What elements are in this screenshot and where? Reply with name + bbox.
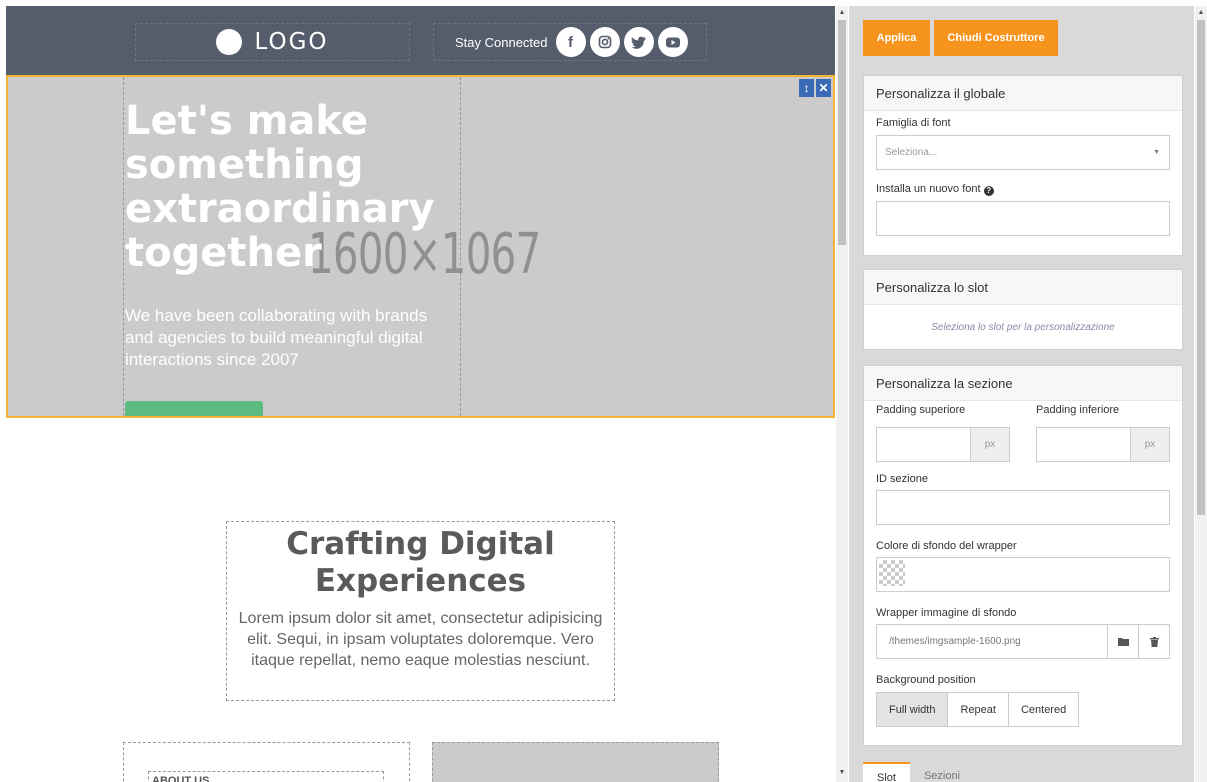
padding-bottom-input[interactable]: px — [1036, 427, 1170, 462]
hero-subtitle[interactable]: We have been collaborating with brands a… — [125, 305, 460, 371]
close-builder-button[interactable]: Chiudi Costruttore — [934, 20, 1058, 56]
font-family-placeholder: Seleziona... — [885, 147, 938, 158]
move-section-icon[interactable]: ↕ — [799, 79, 814, 97]
slot-settings-card: Personalizza lo slot Seleziona lo slot p… — [863, 269, 1183, 350]
section-id-input[interactable] — [876, 490, 1170, 525]
padding-bottom-label: Padding inferiore — [1036, 404, 1120, 416]
bg-position-label: Background position — [876, 674, 976, 686]
wrapper-bg-image-input[interactable]: /themes/imgsample-1600.png — [876, 624, 1170, 659]
about-label[interactable]: ABOUT US — [148, 771, 384, 782]
hero-title[interactable]: Let's make something extraordinary toget… — [125, 99, 455, 275]
font-family-label: Famiglia di font — [876, 117, 951, 129]
section-settings-card: Personalizza la sezione Padding superior… — [863, 365, 1183, 746]
social-label: Stay Connected — [455, 34, 548, 50]
wrapper-bg-image-label: Wrapper immagine di sfondo — [876, 607, 1017, 619]
padding-row: Padding superiore Padding inferiore px p… — [864, 401, 1182, 501]
panel-scroll-up-icon[interactable]: ▲ — [1195, 6, 1207, 18]
logo-text: LOGO — [254, 29, 329, 55]
section-id-label: ID sezione — [876, 473, 928, 485]
builder-panel: Applica Chiudi Costruttore Personalizza … — [849, 6, 1194, 782]
logo-slot[interactable]: LOGO — [135, 23, 410, 61]
apply-button[interactable]: Applica — [863, 20, 930, 56]
font-family-select[interactable]: Seleziona... ▼ — [876, 135, 1170, 170]
section-settings-title: Personalizza la sezione — [864, 366, 1182, 401]
canvas-scrollbar[interactable]: ▲ ▼ — [836, 6, 848, 782]
folder-icon[interactable] — [1107, 625, 1138, 658]
padding-top-unit: px — [970, 428, 1009, 461]
twitter-icon[interactable] — [623, 27, 654, 57]
section-toolbar: ↕ ✕ — [799, 79, 831, 97]
install-font-label: Installa un nuovo font — [876, 183, 981, 195]
install-font-label-wrap: Installa un nuovo font ? — [876, 183, 994, 196]
wrapper-bg-color-input[interactable] — [876, 557, 1170, 592]
install-font-input[interactable] — [876, 201, 1170, 236]
canvas-scroll-thumb[interactable] — [838, 20, 846, 245]
wrapper-bg-color-label: Colore di sfondo del wrapper — [876, 540, 1017, 552]
trash-icon[interactable] — [1138, 625, 1169, 658]
padding-top-input[interactable]: px — [876, 427, 1010, 462]
about-slot[interactable]: ABOUT US — [123, 742, 410, 782]
bg-position-full-width[interactable]: Full width — [877, 693, 949, 726]
social-slot[interactable]: Stay Connected f — [433, 23, 707, 61]
crafting-title[interactable]: Crafting Digital Experiences — [227, 526, 614, 600]
image-slot[interactable] — [432, 742, 719, 782]
page-canvas: LOGO Stay Connected f 1600×1067 Let's ma… — [0, 0, 836, 782]
panel-tabs: Slot Sezioni — [863, 762, 1183, 782]
instagram-icon[interactable] — [589, 27, 620, 57]
transparent-swatch-icon[interactable] — [879, 560, 905, 586]
panel-scroll-thumb[interactable] — [1197, 20, 1205, 515]
tab-slot[interactable]: Slot — [863, 762, 910, 782]
facebook-icon[interactable]: f — [555, 27, 586, 57]
bg-position-segmented: Full width Repeat Centered — [876, 692, 1080, 727]
bg-position-centered[interactable]: Centered — [1008, 693, 1079, 726]
help-icon[interactable]: ? — [983, 186, 994, 196]
hero-cta-button[interactable] — [125, 401, 263, 416]
bg-position-repeat[interactable]: Repeat — [948, 693, 1009, 726]
slot-hint: Seleziona lo slot per la personalizzazio… — [931, 322, 1115, 333]
global-settings-title: Personalizza il globale — [864, 76, 1182, 111]
slot-settings-title: Personalizza lo slot — [864, 270, 1182, 305]
site-header[interactable]: LOGO Stay Connected f — [6, 6, 835, 75]
global-settings-card: Personalizza il globale Famiglia di font… — [863, 75, 1183, 256]
padding-bottom-unit: px — [1130, 428, 1169, 461]
chevron-down-icon: ▼ — [1153, 149, 1160, 156]
wrapper-bg-image-value: /themes/imgsample-1600.png — [889, 636, 1021, 647]
logo-circle-icon — [216, 29, 243, 55]
hero-section[interactable]: 1600×1067 Let's make something extraordi… — [6, 75, 835, 418]
remove-section-icon[interactable]: ✕ — [816, 79, 831, 97]
scroll-up-icon[interactable]: ▲ — [836, 6, 848, 18]
scroll-down-icon[interactable]: ▼ — [836, 766, 848, 778]
panel-scrollbar[interactable]: ▲ — [1195, 6, 1207, 782]
padding-top-label: Padding superiore — [876, 404, 966, 416]
youtube-icon[interactable] — [657, 27, 688, 57]
hero-column-guide — [123, 77, 124, 416]
crafting-slot[interactable]: Crafting Digital Experiences Lorem ipsum… — [226, 521, 615, 701]
crafting-body[interactable]: Lorem ipsum dolor sit amet, consectetur … — [227, 608, 614, 671]
tab-sezioni[interactable]: Sezioni — [910, 762, 974, 782]
